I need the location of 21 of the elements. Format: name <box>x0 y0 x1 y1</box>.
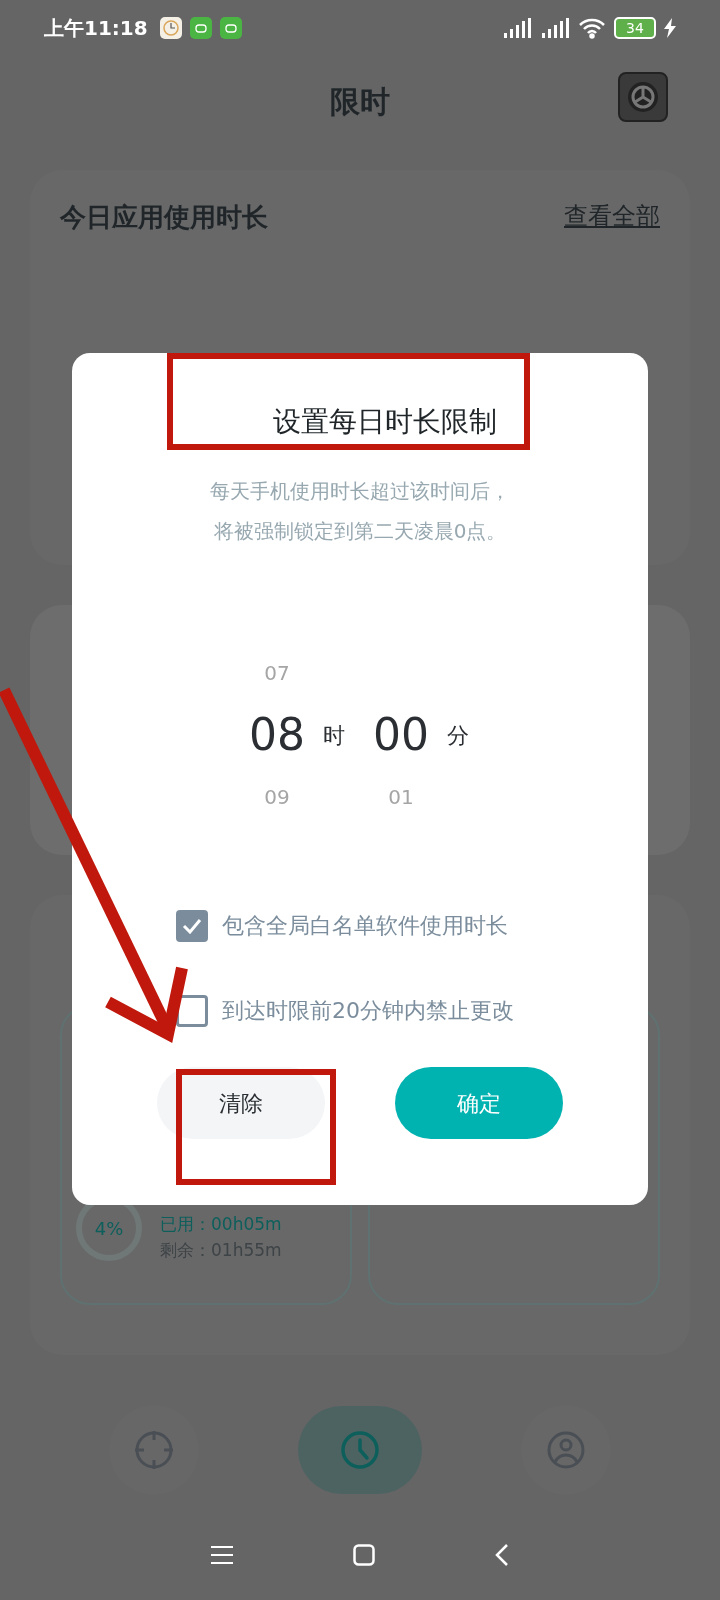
checkbox-label: 包含全局白名单软件使用时长 <box>222 912 508 940</box>
dialog-description: 将被强制锁定到第二天凌晨0点。 <box>213 518 507 545</box>
picker-value[interactable]: 00 <box>373 702 429 768</box>
used-time: 已用：00h05m <box>160 1213 282 1236</box>
view-all-link[interactable]: 查看全部 <box>564 198 660 234</box>
picker-option[interactable]: 09 <box>264 782 290 812</box>
checkbox-label: 到达时限前20分钟内禁止更改 <box>222 997 514 1025</box>
picker-unit: 分 <box>447 721 470 750</box>
picker-option[interactable]: 01 <box>388 782 414 812</box>
dialog-title: 设置每日时长限制 <box>273 404 497 440</box>
confirm-button[interactable]: 确定 <box>395 1067 563 1139</box>
picker-option[interactable]: 07 <box>264 658 290 688</box>
card-title: 今日应用使用时长 <box>60 201 268 234</box>
time-picker[interactable]: 07 08 时 09 00 分 01 <box>249 651 471 819</box>
status-time: 上午11:18 <box>44 15 148 42</box>
battery-indicator: 34 <box>614 17 656 39</box>
dialog-description: 每天手机使用时长超过该时间后， <box>210 478 510 505</box>
picker-value[interactable]: 08 <box>249 702 305 768</box>
usage-percent: 4% <box>94 1216 124 1241</box>
picker-unit: 时 <box>323 721 346 750</box>
page-title: 限时 <box>330 82 390 121</box>
